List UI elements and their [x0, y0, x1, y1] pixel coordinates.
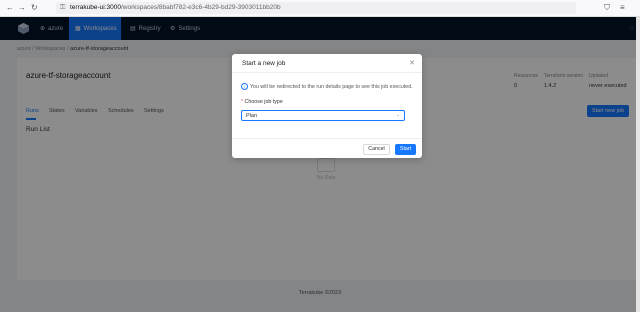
job-type-label: * Choose job type [241, 99, 283, 105]
start-button[interactable]: Start [395, 144, 416, 155]
forward-icon[interactable]: → [18, 4, 26, 12]
back-icon[interactable]: ← [6, 4, 14, 12]
url-text: terrakube-ui:3000/workspaces/8babf782-e3… [70, 4, 281, 11]
page-scrollbar[interactable] [636, 17, 640, 312]
cancel-button[interactable]: Cancel [363, 144, 390, 155]
info-icon: i [241, 83, 248, 90]
browser-toolbar: ← → ↻ ⚿ terrakube-ui:3000/workspaces/8ba… [0, 0, 640, 17]
close-icon[interactable]: ✕ [409, 59, 415, 67]
modal-title: Start a new job [242, 60, 286, 67]
modal-header-divider [232, 72, 422, 73]
job-type-select[interactable]: Plan ⌄ [241, 110, 405, 121]
chevron-down-icon: ⌄ [395, 112, 400, 118]
lock-icon: ⚿ [60, 4, 66, 11]
menu-icon[interactable]: ≡ [620, 4, 625, 12]
info-message: i You will be redirected to the run detai… [241, 83, 413, 90]
address-bar[interactable]: ⚿ terrakube-ui:3000/workspaces/8babf782-… [56, 2, 576, 14]
reload-icon[interactable]: ↻ [31, 4, 38, 12]
modal-footer-divider [232, 138, 422, 139]
start-job-modal: Start a new job ✕ i You will be redirecte… [232, 54, 422, 158]
job-type-value: Plan [246, 112, 258, 119]
job-type-label-text: Choose job type [244, 99, 283, 105]
info-text: You will be redirected to the run detail… [250, 83, 413, 90]
pocket-icon[interactable]: ⛉ [604, 4, 610, 12]
